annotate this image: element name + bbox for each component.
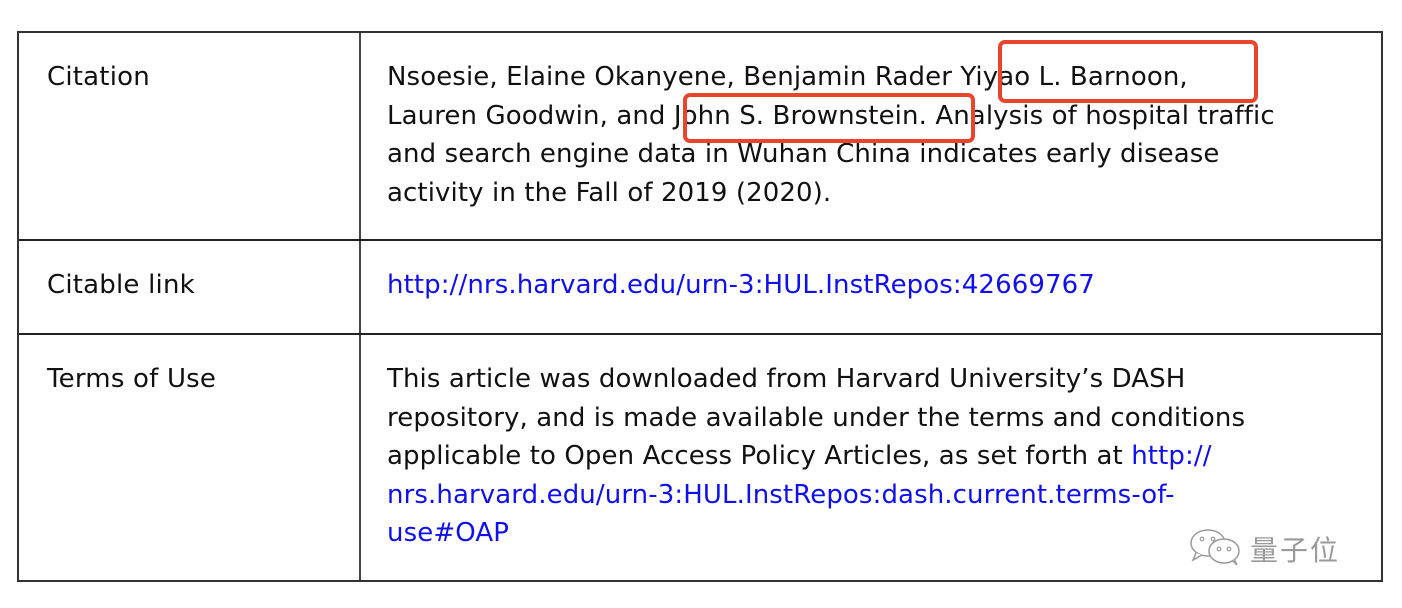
table-row-citation: Citation Nsoesie, Elaine Okanyene, Benja… <box>19 33 1381 241</box>
citable-link[interactable]: http://nrs.harvard.edu/urn-3:HUL.InstRep… <box>387 266 1372 305</box>
citation-line: activity in the Fall of 2019 (2020). <box>387 177 832 208</box>
citation-segment: Nsoesie, Elaine Okanyene, Benjamin Rader <box>387 62 952 92</box>
row-label: Citation <box>47 62 150 92</box>
citation-segment: Lauren Goodwin, and <box>387 100 674 131</box>
table-row-citable-link: Citable link http://nrs.harvard.edu/urn-… <box>19 241 1381 335</box>
terms-line: applicable to Open Access Policy Article… <box>387 437 1372 476</box>
watermark: 量子位 <box>1188 527 1341 571</box>
citation-text: Nsoesie, Elaine Okanyene, Benjamin Rader… <box>387 58 1372 212</box>
terms-link[interactable]: nrs.harvard.edu/urn-3:HUL.InstRepos:dash… <box>387 476 1372 515</box>
row-label: Citable link <box>47 270 195 300</box>
metadata-table: Citation Nsoesie, Elaine Okanyene, Benja… <box>17 31 1383 582</box>
table-row-terms-of-use: Terms of Use This article was downloaded… <box>19 335 1381 580</box>
citation-line: Nsoesie, Elaine Okanyene, Benjamin Rader… <box>387 58 1372 97</box>
citation-line: Lauren Goodwin, and John S. Brownstein. … <box>387 97 1372 136</box>
citation-line: and search engine data in Wuhan China in… <box>387 139 1220 169</box>
row-label: Terms of Use <box>47 364 217 394</box>
citation-segment: Analysis of hospital traffic <box>926 100 1275 131</box>
terms-text: This article was downloaded from Harvard… <box>387 360 1372 553</box>
terms-line: This article was downloaded from Harvard… <box>387 364 1186 394</box>
highlighted-author-barnoon: Yiyao L. Barnoon, <box>951 62 1188 92</box>
watermark-text: 量子位 <box>1250 534 1341 567</box>
wechat-icon <box>1188 527 1244 571</box>
terms-segment: applicable to Open Access Policy Article… <box>387 441 1132 471</box>
terms-line: repository, and is made available under … <box>387 402 1246 433</box>
citable-link-cell: http://nrs.harvard.edu/urn-3:HUL.InstRep… <box>387 266 1372 305</box>
terms-link[interactable]: http:// <box>1131 441 1211 471</box>
highlighted-author-brownstein: John S. Brownstein. <box>673 100 927 131</box>
